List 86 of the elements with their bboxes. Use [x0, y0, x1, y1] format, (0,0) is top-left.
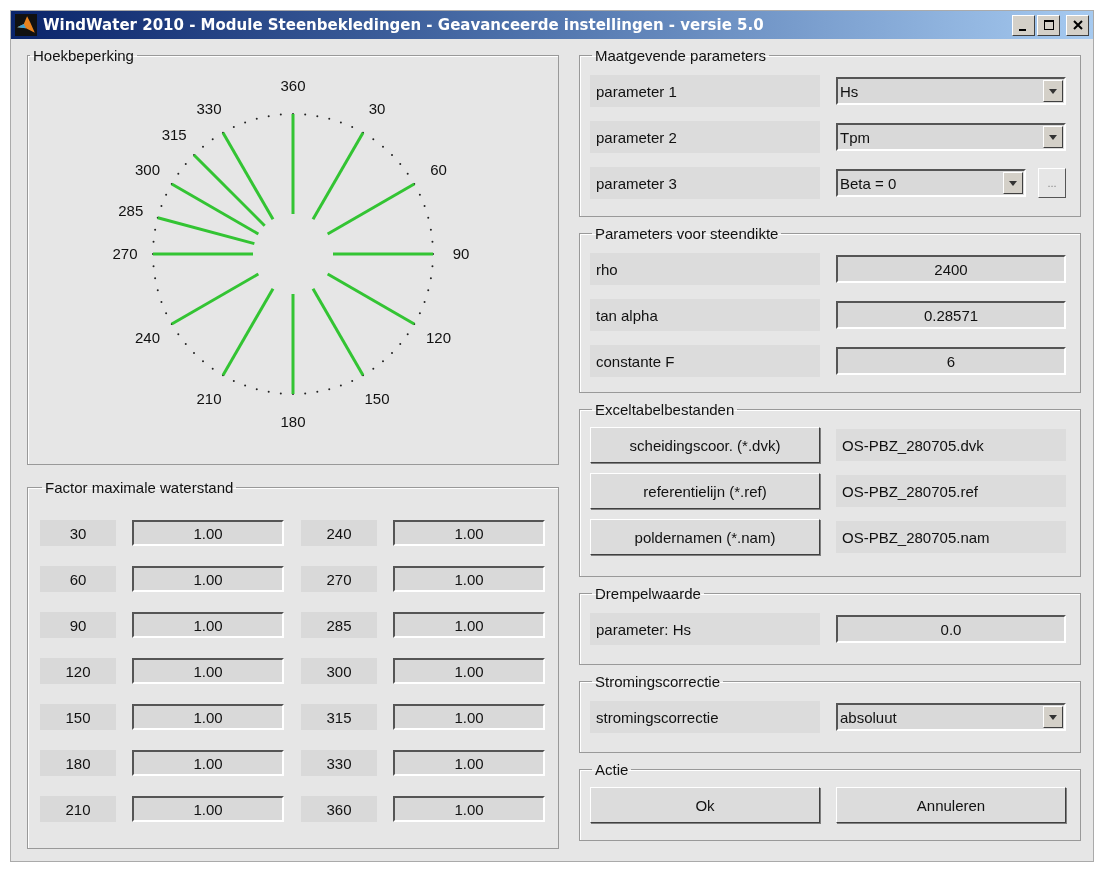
file-button[interactable]: poldernamen (*.nam) — [590, 519, 820, 555]
parameter-label: parameter 1 — [590, 75, 820, 107]
group-title: Actie — [594, 761, 630, 778]
dropdown-arrow-icon — [1049, 134, 1057, 140]
angle-label: 285 — [118, 201, 144, 219]
angle-label: 360 — [280, 77, 306, 94]
file-button[interactable]: scheidingscoor. (*.dvk) — [590, 427, 820, 463]
value-field[interactable]: 0.0 — [836, 615, 1066, 643]
angle-label: 30 — [40, 520, 116, 546]
factor-field[interactable]: 1.00 — [393, 520, 545, 546]
group-title: Factor maximale waterstand — [44, 479, 235, 496]
dropdown[interactable]: Tpm — [836, 123, 1066, 151]
group-title: Exceltabelbestanden — [594, 401, 736, 418]
angle-label: 240 — [135, 329, 160, 346]
file-name: OS-PBZ_280705.ref — [836, 475, 1066, 507]
dropdown-arrow-icon — [1009, 180, 1017, 186]
parameter-label: rho — [590, 253, 820, 285]
angle-label: 240 — [301, 520, 377, 546]
angle-label: 270 — [301, 566, 377, 592]
angle-label: 315 — [161, 126, 187, 144]
angle-label: 90 — [40, 612, 116, 638]
factor-field[interactable]: 1.00 — [132, 704, 284, 730]
window-title: WindWater 2010 - Module Steenbekledingen - Geavanceerde instellingen - versie 5.0 — [43, 16, 764, 34]
angle-label: 210 — [196, 390, 222, 408]
minimize-button[interactable] — [1012, 14, 1035, 36]
parameter-label: tan alpha — [590, 299, 820, 331]
angle-label: 90 — [452, 245, 470, 262]
value-field[interactable]: 2400 — [836, 255, 1066, 283]
angle-label: 60 — [40, 566, 116, 592]
parameter-label: parameter 2 — [590, 121, 820, 153]
factor-field[interactable]: 1.00 — [393, 704, 545, 730]
parameter-label: stromingscorrectie — [590, 701, 820, 733]
factor-field[interactable]: 1.00 — [132, 566, 284, 592]
dropdown[interactable]: Beta = 0 — [836, 169, 1026, 197]
angle-label: 180 — [280, 413, 306, 430]
factor-field[interactable]: 1.00 — [393, 750, 545, 776]
maximize-icon — [1042, 19, 1055, 31]
close-icon — [1071, 19, 1084, 31]
action-button[interactable]: Annuleren — [836, 787, 1066, 823]
angle-label: 330 — [196, 99, 222, 117]
parameter-label: constante F — [590, 345, 820, 377]
angle-label: 210 — [40, 796, 116, 822]
file-button[interactable]: referentielijn (*.ref) — [590, 473, 820, 509]
factor-field[interactable]: 1.00 — [393, 566, 545, 592]
factor-field[interactable]: 1.00 — [132, 658, 284, 684]
action-button[interactable]: Ok — [590, 787, 820, 823]
angle-label: 30 — [368, 99, 386, 117]
dropdown[interactable]: absoluut — [836, 703, 1066, 731]
angle-label: 60 — [430, 161, 447, 178]
dropdown-arrow-icon — [1049, 88, 1057, 94]
dropdown-arrow-icon — [1049, 714, 1057, 720]
factor-field[interactable]: 1.00 — [132, 796, 284, 822]
angle-label: 285 — [301, 612, 377, 638]
factor-field[interactable]: 1.00 — [132, 520, 284, 546]
angle-label: 150 — [364, 390, 390, 408]
parameter-label: parameter: Hs — [590, 613, 820, 645]
minimize-icon — [1019, 28, 1026, 31]
angle-label: 330 — [301, 750, 377, 776]
group-title: Maatgevende parameters — [594, 47, 767, 64]
parameter-label: parameter 3 — [590, 167, 820, 199]
factor-field[interactable]: 1.00 — [393, 612, 545, 638]
angle-label: 180 — [40, 750, 116, 776]
value-field[interactable]: 0.28571 — [836, 301, 1066, 329]
dropdown[interactable]: Hs — [836, 77, 1066, 105]
maximize-button[interactable] — [1037, 14, 1060, 36]
value-field[interactable]: 6 — [836, 347, 1066, 375]
angle-label: 150 — [40, 704, 116, 730]
close-button[interactable] — [1066, 14, 1089, 36]
angle-label: 270 — [112, 245, 138, 262]
app-logo-icon — [15, 14, 37, 36]
group-title: Drempelwaarde — [594, 585, 702, 602]
angle-label: 120 — [426, 329, 451, 346]
factor-field[interactable]: 1.00 — [132, 612, 284, 638]
factor-field[interactable]: 1.00 — [132, 750, 284, 776]
angle-label: 300 — [135, 161, 160, 178]
angle-label: 120 — [40, 658, 116, 684]
group-title: Parameters voor steendikte — [594, 225, 780, 242]
group-title: Hoekbeperking — [32, 47, 135, 64]
angle-label: 315 — [301, 704, 377, 730]
file-name: OS-PBZ_280705.nam — [836, 521, 1066, 553]
group-title: Stromingscorrectie — [594, 673, 722, 690]
file-name: OS-PBZ_280705.dvk — [836, 429, 1066, 461]
factor-field[interactable]: 1.00 — [393, 796, 545, 822]
angle-label: 360 — [301, 796, 377, 822]
angle-label: 300 — [301, 658, 377, 684]
factor-field[interactable]: 1.00 — [393, 658, 545, 684]
